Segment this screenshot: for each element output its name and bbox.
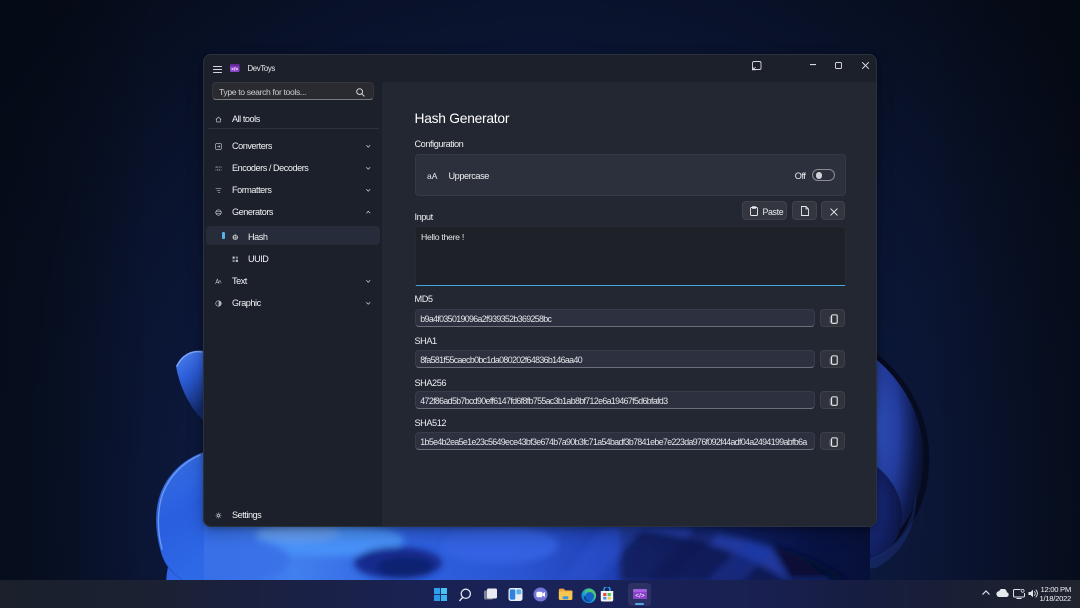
svg-text:</>: </> [635, 592, 645, 599]
svg-text:aA: aA [427, 171, 438, 181]
svg-text:</>: </> [231, 67, 238, 72]
